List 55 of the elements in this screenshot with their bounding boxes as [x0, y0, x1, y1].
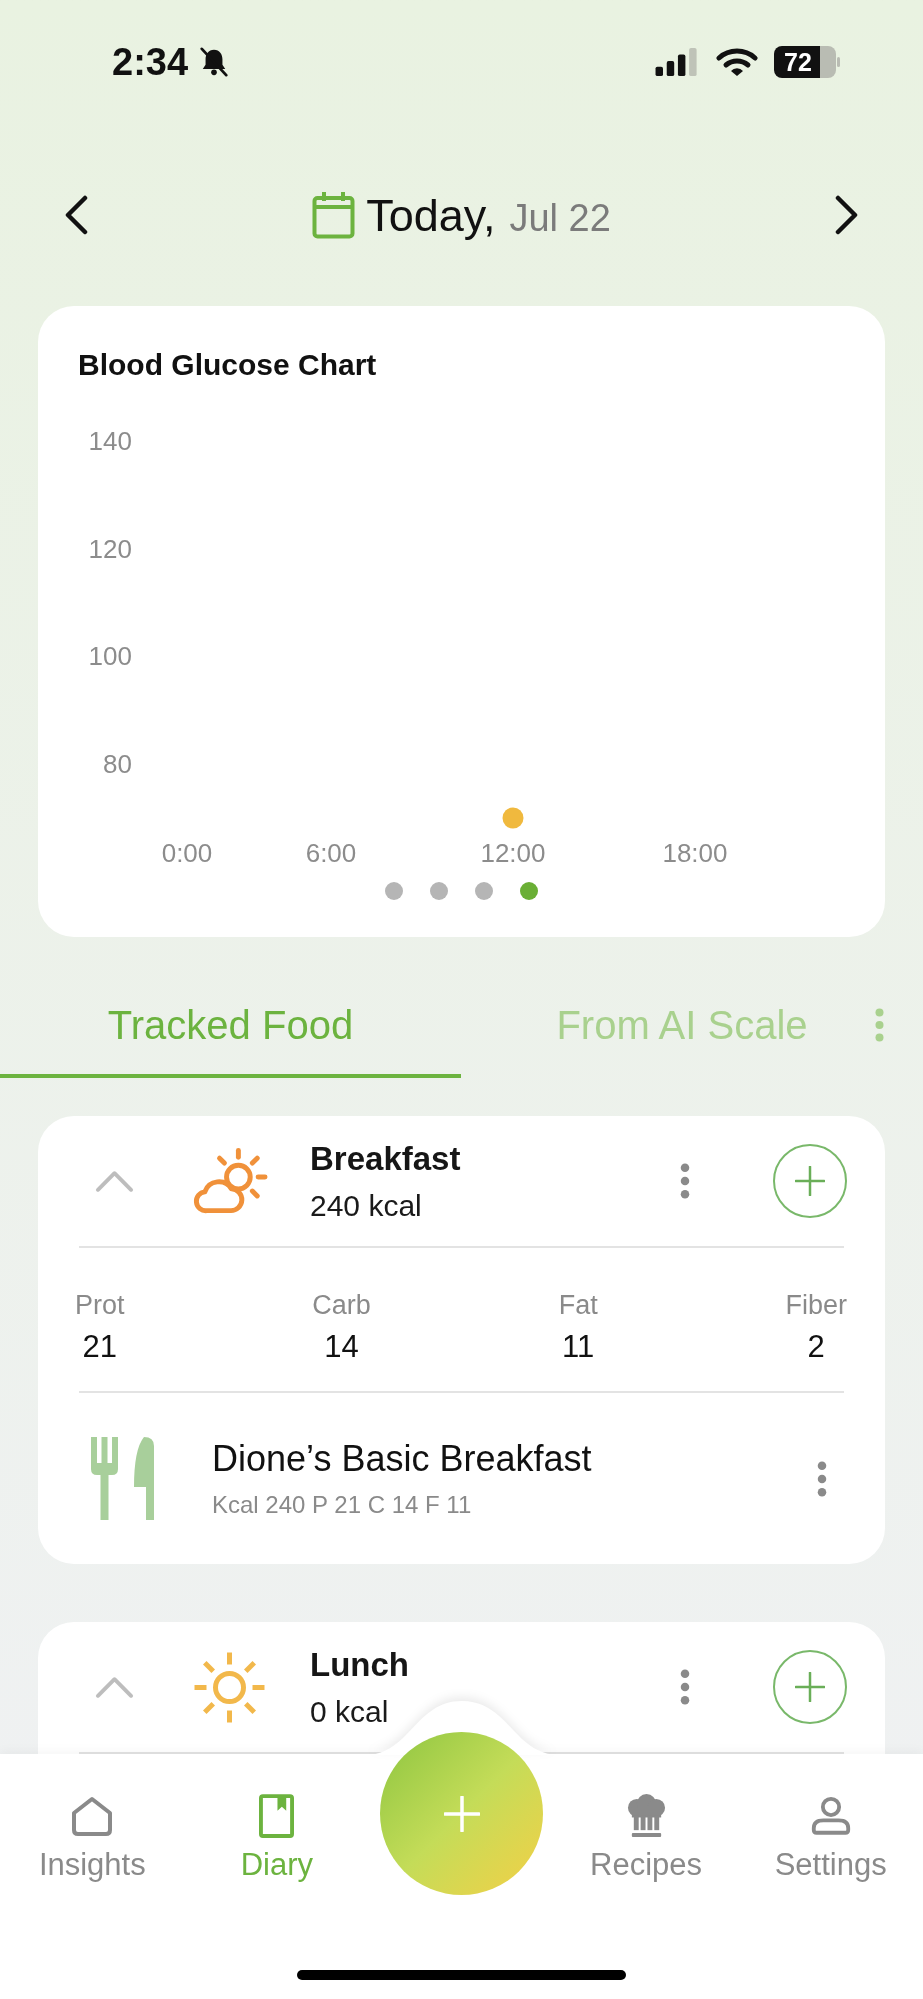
meal-name: Lunch: [310, 1644, 410, 1685]
plus-icon: [795, 1166, 825, 1196]
date-title: Today,: [366, 192, 496, 238]
tab[interactable]: Tracked Food: [0, 976, 461, 1078]
calendar-icon: [312, 191, 356, 239]
food-nutrition-summary: Kcal 240 P 21 C 14 F 11: [212, 1490, 473, 1519]
fork-and-knife-icon: [91, 1437, 154, 1520]
food-name: Dione’s Basic Breakfast: [212, 1438, 593, 1479]
add-food-button[interactable]: [773, 1144, 847, 1218]
x-axis-label: 0:00: [161, 838, 213, 868]
y-axis-label: 100: [88, 641, 132, 672]
add-food-button[interactable]: [773, 1650, 847, 1724]
battery-icon: [774, 46, 840, 78]
x-axis-label: 12:00: [480, 838, 546, 868]
nav-tab[interactable]: Diary: [240, 1794, 314, 1883]
chef-hat-icon: [625, 1794, 667, 1838]
macro-label: Carb: [312, 1289, 371, 1321]
home-icon: [70, 1795, 115, 1837]
book-icon: [259, 1794, 295, 1838]
y-axis-label: 140: [88, 426, 132, 456]
date-text: Jul 22: [509, 198, 611, 237]
nav-tab[interactable]: Insights: [38, 1794, 146, 1883]
meal-name: Breakfast: [310, 1138, 462, 1179]
y-axis-label: 80: [103, 749, 132, 780]
battery-percentage: 72: [784, 46, 812, 78]
plus-icon: [795, 1672, 825, 1702]
more-icon: [680, 1669, 690, 1705]
data-point: [502, 807, 524, 829]
sun-behind-cloud-icon: [191, 1147, 268, 1215]
nav-tab[interactable]: Settings: [774, 1794, 887, 1883]
meal-calories: 0 kcal: [310, 1693, 390, 1730]
signal-icon: [654, 48, 700, 76]
meal-calories: 240 kcal: [310, 1187, 423, 1224]
macro-label: Fat: [558, 1289, 598, 1321]
macro-value: 11: [562, 1329, 595, 1365]
chevron-right-icon: [834, 195, 860, 235]
more-icon: [874, 1008, 884, 1042]
status-time: 2:34: [112, 43, 189, 81]
chevron-up-icon: [95, 1675, 134, 1699]
plus-icon: [443, 1795, 480, 1832]
more-icon: [817, 1460, 827, 1497]
chevron-up-icon: [95, 1169, 134, 1193]
macro-label: Prot: [75, 1289, 125, 1321]
wifi-icon: [716, 47, 758, 77]
y-axis-label: 120: [88, 533, 132, 564]
chevron-left-icon: [63, 195, 89, 235]
x-axis-label: 6:00: [305, 838, 357, 868]
x-axis-label: 18:00: [662, 838, 728, 868]
more-icon: [680, 1163, 690, 1199]
chart-title: Blood Glucose Chart: [78, 348, 378, 382]
nav-tab[interactable]: Recipes: [590, 1794, 703, 1883]
macro-label: Fiber: [785, 1289, 847, 1321]
macro-value: 21: [82, 1329, 117, 1365]
macro-value: 14: [324, 1329, 359, 1365]
macro-value: 2: [807, 1329, 825, 1365]
